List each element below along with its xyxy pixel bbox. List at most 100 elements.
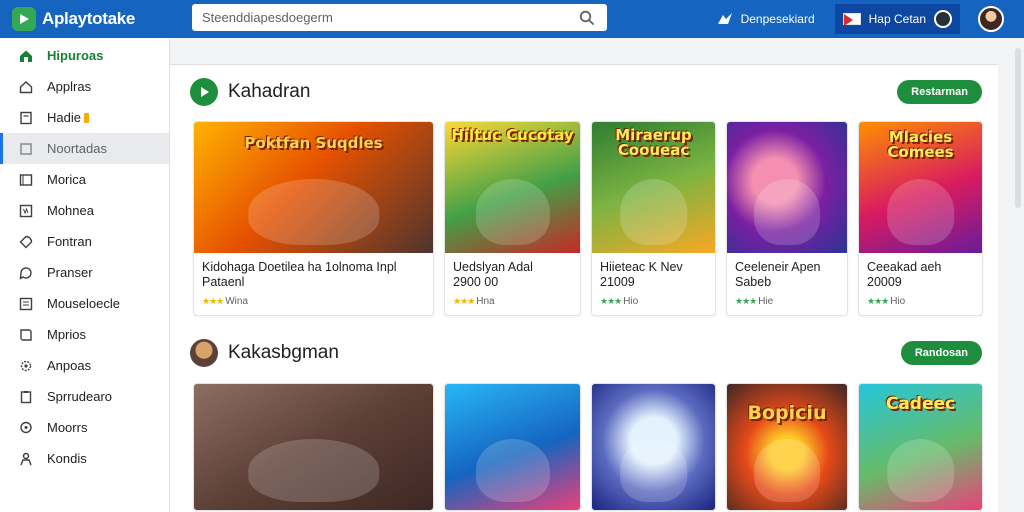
sidebar-item-label: Hadie: [47, 110, 81, 125]
star-rating-icon: ★★★: [735, 296, 757, 306]
section-header: Kakasbgman Randosan: [190, 338, 982, 368]
sidebar-item-hipuroas[interactable]: Hipuroas: [0, 40, 169, 71]
app-logo[interactable]: Aplaytotake: [12, 7, 182, 31]
sidebar-item-moorrs[interactable]: Moorrs: [0, 412, 169, 443]
sidebar-item-label: Noortadas: [47, 141, 107, 156]
download-link[interactable]: Denpesekiard: [717, 12, 815, 26]
app-card[interactable]: Poktfan Suqdles Kidohaga Doetilea ha 1oln…: [193, 121, 434, 316]
app-card[interactable]: Cadeec: [858, 383, 983, 511]
card-row: Bopiciu Cadeec: [193, 383, 993, 511]
rating-label: Wina: [225, 296, 249, 307]
app-thumbnail: Miraerup Cooueac: [592, 122, 715, 253]
sidebar-item-label: Pranser: [47, 265, 93, 280]
sidebar-item-label: Moorrs: [47, 420, 88, 435]
bookmark-icon: [18, 141, 34, 157]
top-bar: Aplaytotake Denpesekiard Hap Cetan: [0, 0, 1024, 38]
sidebar-item-label: Mprios: [47, 327, 87, 342]
card-info: Hiieteac K Nev 21009 ★★★ Hio: [592, 253, 715, 315]
note-icon: [18, 110, 34, 126]
app-subtitle: Pataenl: [202, 275, 245, 289]
app-card[interactable]: [591, 383, 716, 511]
card-info: Uedslyan Adal 2900 00 ★★★ Hna: [445, 253, 580, 315]
sidebar-item-label: Sprrudearo: [47, 389, 113, 404]
scrollbar[interactable]: [1012, 38, 1024, 512]
artwork-character: [475, 439, 550, 502]
play-logo-icon: [12, 7, 36, 31]
account-button[interactable]: Hap Cetan: [834, 4, 960, 34]
sidebar-item-hadie[interactable]: Hadie: [0, 102, 169, 133]
search-bar: [192, 4, 607, 31]
sidebar-item-anpoas[interactable]: Anpoas: [0, 350, 169, 381]
section-title: Kahadran: [228, 81, 311, 102]
artwork-character: [247, 439, 380, 502]
see-more-button[interactable]: Restarman: [897, 80, 982, 104]
thumbnail-title: Hiltuc Cucotay: [451, 126, 574, 144]
thumbnail-title: Miraerup Cooueac: [615, 126, 692, 159]
app-card[interactable]: Bopiciu: [726, 383, 848, 511]
app-card[interactable]: Miraerup Cooueac Hiieteac K Nev 21009 ★★★ Hi…: [591, 121, 716, 316]
rating-row: ★★★ Hio: [600, 294, 707, 309]
card-info: Ceeakad aeh 20009 ★★★ Hio: [859, 253, 982, 315]
thumbnail-title: Mlacies Comees: [887, 128, 954, 161]
sidebar: Hipuroas Applras Hadie Noortadas Morica Mohne…: [0, 38, 170, 512]
app-card[interactable]: Ceeleneir Apen Sabeb ★★★ Hie: [726, 121, 848, 316]
app-thumbnail: [445, 384, 580, 510]
sidebar-item-label: Hipuroas: [47, 48, 104, 63]
download-label: Denpesekiard: [740, 12, 815, 26]
thumbnail-title: Bopiciu: [747, 402, 827, 424]
person-icon: [18, 451, 34, 467]
sidebar-item-pranser[interactable]: Pranser: [0, 257, 169, 288]
app-subtitle: 20009: [867, 275, 902, 289]
card-info: Kidohaga Doetilea ha 1olnoma Inpl Pataenl…: [194, 253, 433, 315]
notification-badge: [83, 112, 89, 123]
chat-icon: [18, 265, 34, 281]
section-title: Kakasbgman: [228, 342, 339, 363]
app-title: Kidohaga Doetilea ha 1olnoma Inpl: [202, 260, 397, 274]
thumbnail-title: Cadeec: [885, 394, 956, 414]
sidebar-item-label: Kondis: [47, 451, 87, 466]
sidebar-item-mprios[interactable]: Mprios: [0, 319, 169, 350]
search-icon[interactable]: [577, 8, 597, 28]
star-rating-icon: ★★★: [202, 296, 224, 306]
app-name: Aplaytotake: [42, 9, 136, 28]
sidebar-item-mohnea[interactable]: Mohnea: [0, 195, 169, 226]
list-icon: [18, 296, 34, 312]
book-icon: [18, 327, 34, 343]
sidebar-item-fontran[interactable]: Fontran: [0, 226, 169, 257]
avatar[interactable]: [978, 6, 1004, 32]
sidebar-item-kondis[interactable]: Kondis: [0, 443, 169, 474]
sidebar-item-noortadas[interactable]: Noortadas: [0, 133, 169, 164]
thumbnail-title: Poktfan Suqdles: [244, 134, 383, 152]
sidebar-item-label: Mouseloecle: [47, 296, 120, 311]
app-thumbnail: Cadeec: [859, 384, 982, 510]
rating-row: ★★★ Hie: [735, 294, 839, 309]
sidebar-item-label: Applras: [47, 79, 92, 94]
sidebar-item-label: Morica: [47, 172, 87, 187]
app-title: Hiieteac K Nev: [600, 260, 683, 274]
sidebar-item-applras[interactable]: Applras: [0, 71, 169, 102]
app-title: Ceeleneir Apen: [735, 260, 821, 274]
star-rating-icon: ★★★: [600, 296, 622, 306]
artwork-character: [886, 179, 955, 245]
app-thumbnail: [592, 384, 715, 510]
scrollbar-thumb[interactable]: [1015, 48, 1021, 208]
see-more-button[interactable]: Randosan: [900, 341, 982, 365]
account-label: Hap Cetan: [868, 12, 926, 26]
sidebar-item-mouseloecle[interactable]: Mouseloecle: [0, 288, 169, 319]
artwork-character: [619, 179, 688, 245]
app-card[interactable]: [193, 383, 434, 511]
rating-label: Hie: [758, 296, 774, 307]
artwork-character: [886, 439, 955, 502]
artwork-character: [247, 179, 380, 245]
card-row: Poktfan Suqdles Kidohaga Doetilea ha 1oln…: [193, 121, 993, 316]
sidebar-item-sprrudearo[interactable]: Sprrudearo: [0, 381, 169, 412]
app-thumbnail: Mlacies Comees: [859, 122, 982, 253]
play-circle-icon: [190, 78, 218, 106]
app-card[interactable]: Mlacies Comees Ceeakad aeh 20009 ★★★ Hio: [858, 121, 983, 316]
sidebar-item-morica[interactable]: Morica: [0, 164, 169, 195]
app-card[interactable]: Hiltuc Cucotay Uedslyan Adal 2900 00 ★★★ Hna: [444, 121, 581, 316]
app-card[interactable]: [444, 383, 581, 511]
search-input[interactable]: [202, 10, 577, 25]
artwork-character: [754, 179, 820, 245]
sidebar-item-label: Fontran: [47, 234, 92, 249]
